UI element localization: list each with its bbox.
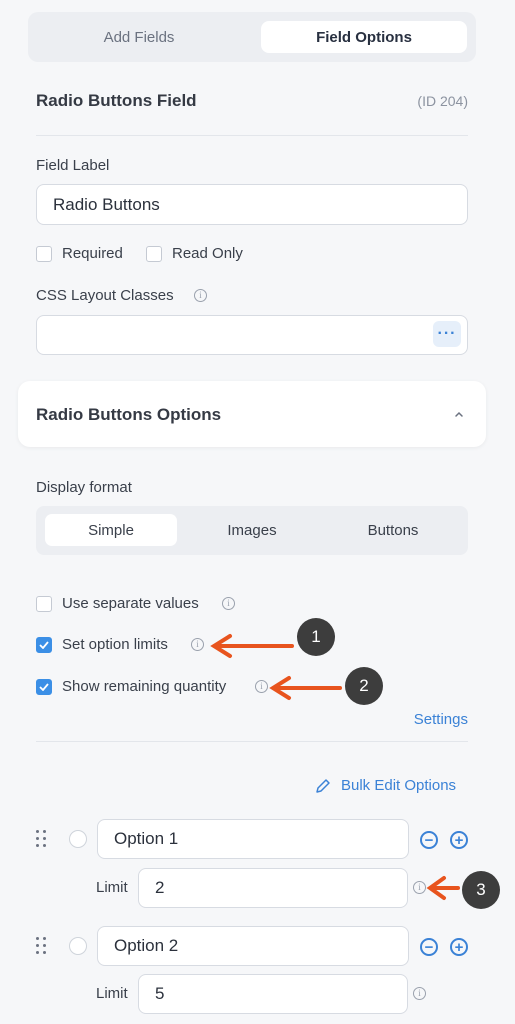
annotation-badge-2: 2 [345, 667, 383, 705]
annotation-badge-1: 1 [297, 618, 335, 656]
annotation-badge-3: 3 [462, 871, 500, 909]
annotation-arrows [210, 634, 460, 900]
